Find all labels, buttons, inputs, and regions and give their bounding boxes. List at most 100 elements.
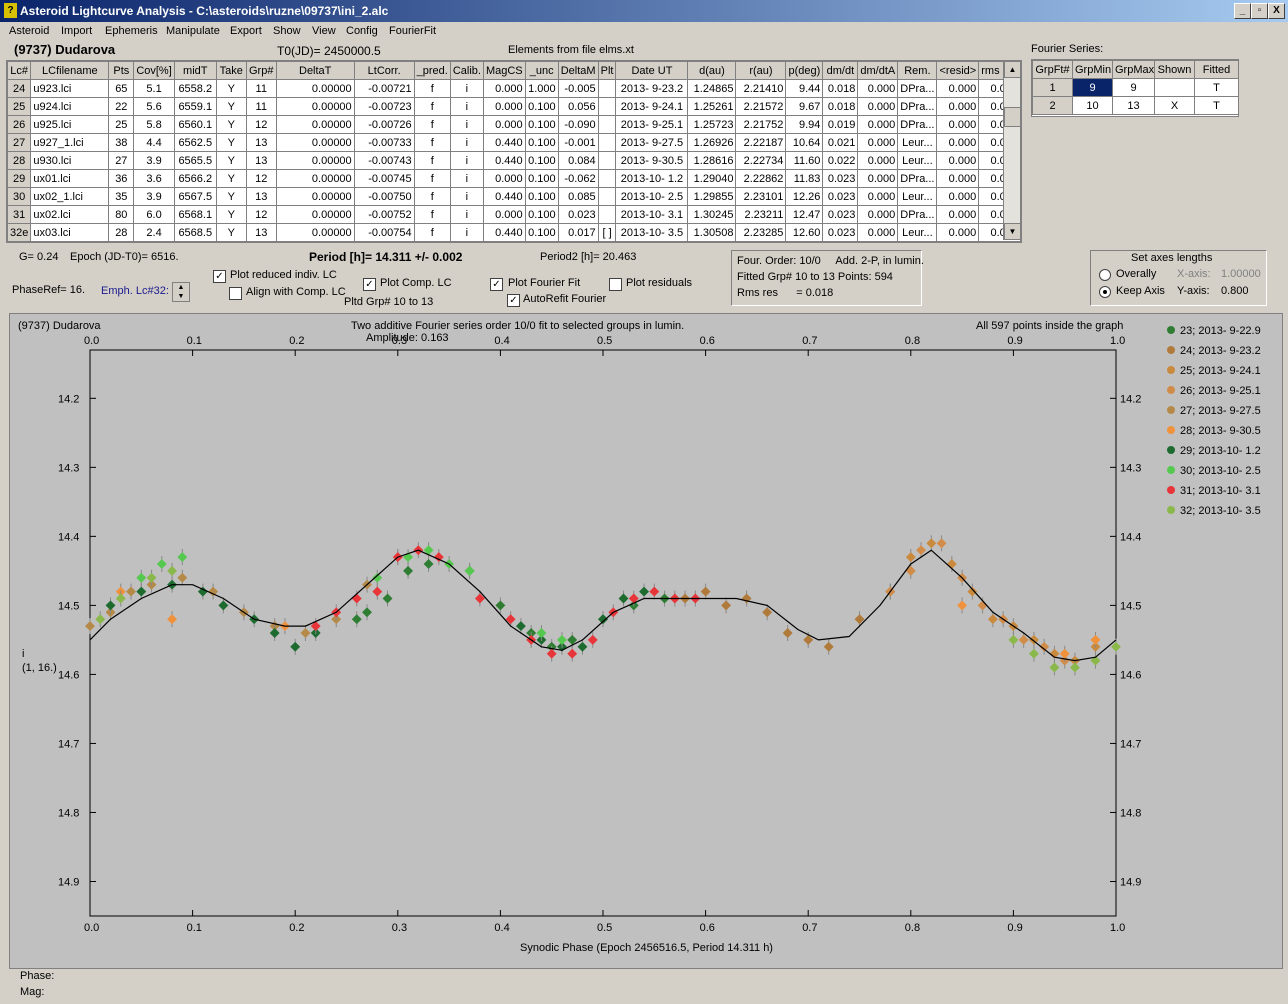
table-cell[interactable]: 0.000 bbox=[936, 115, 980, 134]
table-cell[interactable]: 11.60 bbox=[785, 151, 824, 170]
table-cell[interactable]: Y bbox=[215, 115, 247, 134]
table-cell[interactable] bbox=[597, 115, 617, 134]
column-header[interactable]: p(deg) bbox=[785, 61, 824, 80]
table-cell[interactable]: 1.26926 bbox=[687, 133, 737, 152]
table-cell[interactable]: Y bbox=[215, 205, 247, 224]
table-cell[interactable]: u930.lci bbox=[30, 151, 110, 170]
table-cell[interactable]: DPra... bbox=[897, 115, 938, 134]
keep-axis-radio[interactable] bbox=[1099, 286, 1111, 298]
fourier-row[interactable]: 2 10 13 X T bbox=[1032, 96, 1238, 115]
scroll-down-arrow-icon[interactable]: ▼ bbox=[1004, 223, 1021, 240]
table-cell[interactable]: 2013-10- 3.5 bbox=[615, 223, 689, 242]
table-cell[interactable]: 0.440 bbox=[482, 223, 526, 242]
table-cell[interactable]: 6566.2 bbox=[173, 169, 217, 188]
table-cell[interactable]: 1.29040 bbox=[687, 169, 737, 188]
table-cell[interactable] bbox=[597, 205, 617, 224]
table-cell[interactable]: 3.9 bbox=[133, 151, 175, 170]
table-cell[interactable]: Y bbox=[215, 97, 247, 116]
table-cell[interactable]: 12.60 bbox=[785, 223, 824, 242]
scroll-up-arrow-icon[interactable]: ▲ bbox=[1004, 61, 1021, 78]
table-cell[interactable]: 0.000 bbox=[857, 115, 899, 134]
table-cell[interactable]: 0.100 bbox=[524, 205, 559, 224]
table-cell[interactable]: 0.000 bbox=[936, 223, 980, 242]
fourier-column-header[interactable]: GrpMax bbox=[1112, 60, 1155, 79]
table-cell[interactable] bbox=[597, 151, 617, 170]
table-cell[interactable]: -0.001 bbox=[557, 133, 599, 152]
table-cell[interactable]: -0.00743 bbox=[353, 151, 415, 170]
table-cell[interactable]: Y bbox=[215, 151, 247, 170]
table-cell[interactable]: ux02_1.lci bbox=[30, 187, 110, 206]
plot-residuals-checkbox[interactable] bbox=[609, 278, 622, 291]
table-cell[interactable]: Y bbox=[215, 223, 247, 242]
table-cell[interactable]: 65 bbox=[108, 79, 135, 98]
table-cell[interactable]: 0.00000 bbox=[275, 115, 355, 134]
table-cell[interactable]: f bbox=[413, 151, 451, 170]
column-header[interactable]: r(au) bbox=[735, 61, 787, 80]
table-cell[interactable]: 0.440 bbox=[482, 133, 526, 152]
table-cell[interactable]: 0.000 bbox=[482, 97, 526, 116]
table-cell[interactable]: 25 bbox=[108, 115, 135, 134]
row-number[interactable]: 27 bbox=[7, 133, 32, 152]
table-cell[interactable]: 0.000 bbox=[936, 133, 980, 152]
table-cell[interactable]: 38 bbox=[108, 133, 135, 152]
table-cell[interactable]: [ ] bbox=[597, 223, 617, 242]
column-header[interactable]: MagCS bbox=[482, 61, 526, 80]
table-cell[interactable]: 1.25261 bbox=[687, 97, 737, 116]
column-header[interactable]: DeltaT bbox=[275, 61, 355, 80]
table-cell[interactable]: 0.00000 bbox=[275, 79, 355, 98]
table-cell[interactable]: -0.00721 bbox=[353, 79, 415, 98]
table-cell[interactable]: f bbox=[413, 187, 451, 206]
table-cell[interactable]: 0.00000 bbox=[275, 97, 355, 116]
table-cell[interactable]: 27 bbox=[108, 151, 135, 170]
table-cell[interactable]: 2.23285 bbox=[735, 223, 787, 242]
table-cell[interactable]: i bbox=[449, 133, 484, 152]
row-number[interactable]: 28 bbox=[7, 151, 32, 170]
lightcurve-plot-area[interactable]: 0.0 0.0 0.1 0.1 0.2 0.2 0.3 0.3 0.4 0.4 0.5 0.5 0.6 0… bbox=[9, 313, 1283, 969]
table-cell[interactable]: 0.023 bbox=[822, 187, 859, 206]
column-header[interactable]: Plt bbox=[597, 61, 617, 80]
menu-view[interactable]: View bbox=[312, 25, 336, 37]
table-cell[interactable]: 2.21572 bbox=[735, 97, 787, 116]
table-cell[interactable]: 0.100 bbox=[524, 97, 559, 116]
table-cell[interactable]: 2013- 9-30.5 bbox=[615, 151, 689, 170]
column-header[interactable]: Lc# bbox=[7, 61, 32, 80]
table-cell[interactable]: 0.000 bbox=[936, 151, 980, 170]
table-cell[interactable]: 4.4 bbox=[133, 133, 175, 152]
table-cell[interactable]: Leur... bbox=[897, 151, 938, 170]
menu-manipulate[interactable]: Manipulate bbox=[166, 25, 220, 37]
table-cell[interactable]: 6560.1 bbox=[173, 115, 217, 134]
table-cell[interactable] bbox=[597, 133, 617, 152]
table-cell[interactable]: 11.83 bbox=[785, 169, 824, 188]
table-cell[interactable]: 22 bbox=[108, 97, 135, 116]
table-cell[interactable]: Y bbox=[215, 187, 247, 206]
table-cell[interactable]: 0.019 bbox=[822, 115, 859, 134]
table-cell[interactable]: u925.lci bbox=[30, 115, 110, 134]
table-cell[interactable]: Leur... bbox=[897, 187, 938, 206]
table-cell[interactable]: 0.100 bbox=[524, 223, 559, 242]
table-cell[interactable]: 0.085 bbox=[557, 187, 599, 206]
table-cell[interactable]: Y bbox=[215, 169, 247, 188]
table-cell[interactable]: f bbox=[413, 97, 451, 116]
table-cell[interactable]: 0.023 bbox=[557, 205, 599, 224]
table-cell[interactable]: f bbox=[413, 205, 451, 224]
table-cell[interactable]: -0.00754 bbox=[353, 223, 415, 242]
table-cell[interactable]: -0.090 bbox=[557, 115, 599, 134]
fourier-cell[interactable]: 10 bbox=[1072, 96, 1113, 115]
table-row[interactable]: 32e ux03.lci 28 2.4 6568.5 Y 13 0.00000 -0.00754… bbox=[7, 223, 1021, 242]
table-cell[interactable]: 9.67 bbox=[785, 97, 824, 116]
fourier-column-header[interactable]: GrpFt# bbox=[1032, 60, 1073, 79]
table-cell[interactable]: i bbox=[449, 115, 484, 134]
table-cell[interactable]: Leur... bbox=[897, 133, 938, 152]
fourier-series-table[interactable]: GrpFt# GrpMin GrpMax Shown Fitted 1 9 9 T 2 10 13 X… bbox=[1031, 59, 1239, 117]
table-row[interactable]: 25 u924.lci 22 5.6 6559.1 Y 11 0.00000 -0.00723 f… bbox=[7, 97, 1021, 116]
column-header[interactable]: _pred. bbox=[413, 61, 451, 80]
table-cell[interactable] bbox=[597, 169, 617, 188]
fourier-cell[interactable]: X bbox=[1154, 96, 1195, 115]
fourier-row-number[interactable]: 2 bbox=[1032, 96, 1073, 115]
restore-button[interactable]: ▫ bbox=[1251, 3, 1268, 19]
table-cell[interactable]: 6568.5 bbox=[173, 223, 217, 242]
menu-fourierfit[interactable]: FourierFit bbox=[389, 25, 436, 37]
table-cell[interactable]: 5.1 bbox=[133, 79, 175, 98]
fourier-cell[interactable]: 9 bbox=[1072, 78, 1113, 97]
table-cell[interactable]: -0.00752 bbox=[353, 205, 415, 224]
